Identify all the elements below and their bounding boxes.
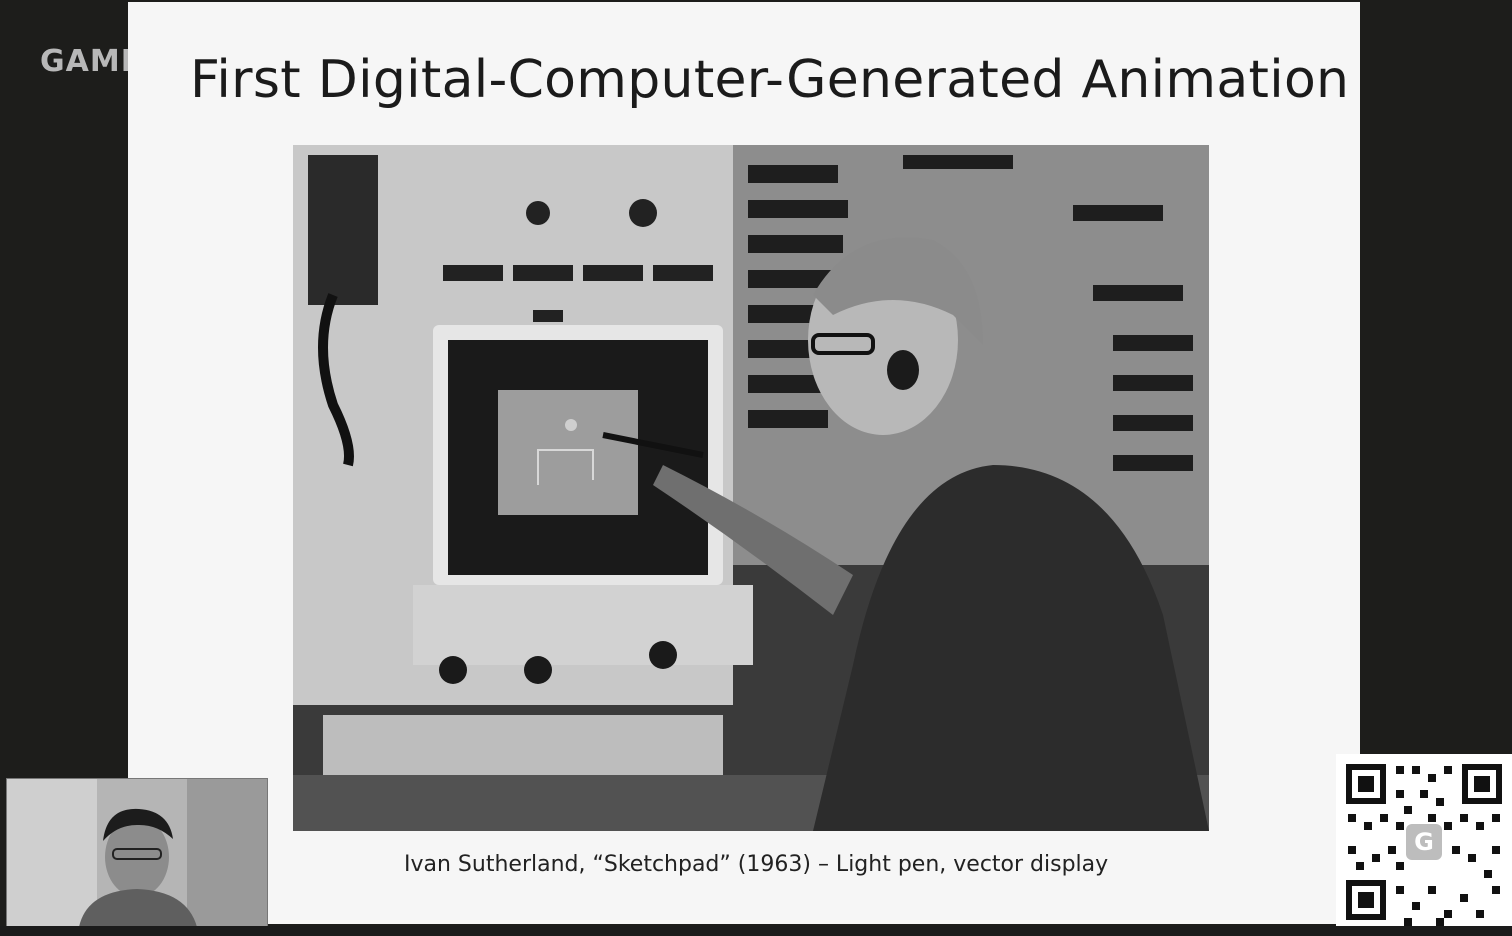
- slide: First Digital-Computer-Generated Animati…: [128, 2, 1360, 924]
- svg-text:G: G: [1414, 828, 1434, 856]
- sketchpad-photo: [293, 145, 1209, 831]
- presentation-stage: GAME First Digital-Computer-Generated An…: [0, 0, 1512, 936]
- qr-code[interactable]: G: [1336, 754, 1512, 930]
- sketchpad-photo-illustration: [293, 145, 1209, 831]
- photo-caption: Ivan Sutherland, “Sketchpad” (1963) – Li…: [404, 852, 1109, 877]
- presenter-video-icon: [7, 779, 267, 927]
- bottom-bar: [0, 926, 1512, 936]
- qr-code-icon: G: [1336, 754, 1512, 930]
- presenter-webcam: [6, 778, 268, 928]
- slide-title: First Digital-Computer-Generated Animati…: [190, 50, 1350, 110]
- channel-brand-label: GAME: [40, 44, 143, 79]
